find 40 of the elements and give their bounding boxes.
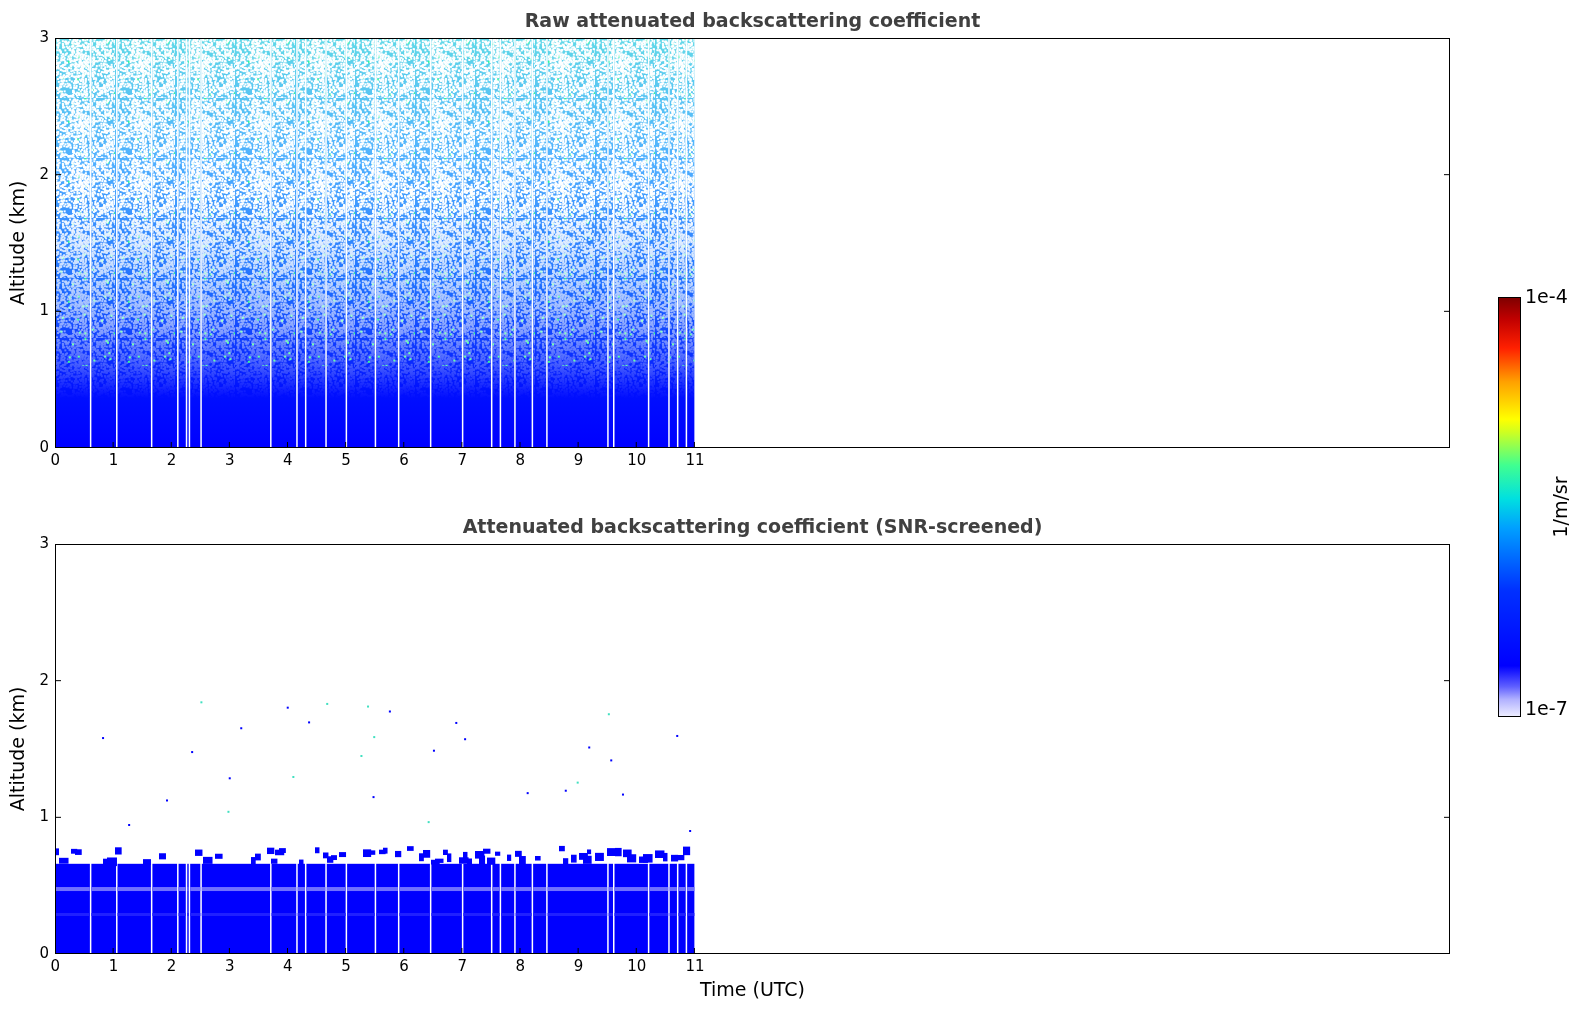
tick-label: 5 [341,451,351,469]
tick-label: 8 [515,957,526,975]
tick-label: 3 [39,28,49,46]
tick-label: 10 [627,451,647,469]
tick-label: 4 [283,957,293,975]
tick-label: 3 [224,451,235,469]
tick-label: 11 [685,451,705,469]
axis-label: Time (UTC) [700,978,805,1000]
tick-label: 0 [50,451,61,469]
tick-label: 9 [573,957,584,975]
tick-label: 0 [50,957,61,975]
tick-label: 6 [399,451,409,469]
tick-label: 7 [457,451,467,469]
tick-label: 1 [39,807,49,826]
tick-label: 1 [108,957,119,975]
axis-label: Altitude (km) [6,686,28,812]
tick-label: 2 [166,957,177,975]
tick-label: 2 [166,451,177,469]
tick-label: 8 [515,451,526,469]
colorbar-min-label: 1e-7 [1525,697,1568,719]
tick-label: 3 [224,957,235,975]
tick-label: 2 [39,670,49,689]
tick-label: 5 [341,957,351,975]
colorbar-unit-label: 1/m/sr [1549,476,1571,538]
tick-label: 10 [627,957,647,975]
tick-label: 6 [399,957,409,975]
tick-label: 0 [39,438,49,456]
tick-label: 7 [457,957,467,975]
colorbar-max-label: 1e-4 [1525,285,1568,307]
chart-title: Attenuated backscattering coefficient (SNR-screened) [461,514,1044,539]
tick-label: 11 [685,957,705,975]
tick-label: 0 [39,944,49,962]
axis-label: Altitude (km) [6,180,28,306]
tick-label: 3 [39,534,49,552]
chart-title: Raw attenuated backscattering coefficient [523,8,982,33]
tick-label: 1 [108,451,119,469]
tick-label: 9 [573,451,584,469]
tick-label: 4 [283,451,293,469]
tick-label: 1 [39,301,49,320]
tick-label: 2 [39,164,49,183]
